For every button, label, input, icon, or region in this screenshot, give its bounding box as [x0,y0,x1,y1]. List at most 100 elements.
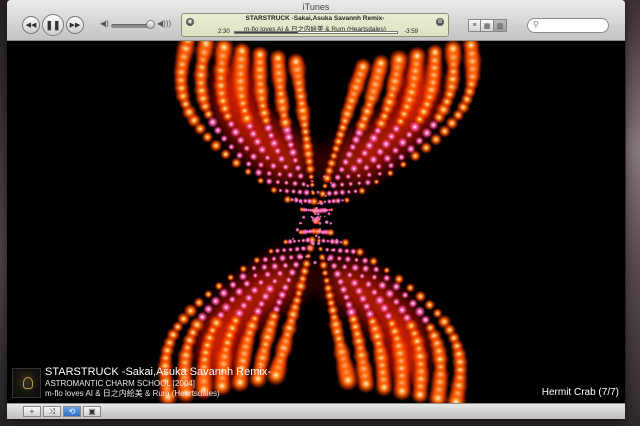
visualizer[interactable]: STARSTRUCK -Sakai,Asuka Savannh Remix- A… [7,41,625,403]
visualizer-particle [359,273,365,279]
visualizer-particle [302,198,308,204]
visualizer-particle [306,184,310,188]
visualizer-particle [257,161,265,169]
visualizer-particle [373,178,380,185]
visualizer-particle [315,206,318,210]
itunes-window: iTunes ◀◀ ❚❚ ▶▶ ◀) ◀))) ◉ STARSTRUCK -Sa… [7,0,625,419]
visualizer-particle [343,196,351,204]
grid-view-button[interactable]: ▦ [481,19,494,32]
show-artwork-button[interactable]: ▣ [83,406,101,417]
visualizer-particle [355,247,365,257]
visualizer-particle [370,288,379,297]
visualizer-particle [420,141,433,154]
play-pause-button[interactable]: ❚❚ [42,14,64,36]
visualizer-particle [276,269,284,277]
visualizer-particle [350,278,359,288]
visualizer-particle [307,237,310,240]
visualizer-particle [203,304,214,314]
next-button[interactable]: ▶▶ [66,16,84,34]
visualizer-particle [339,189,346,196]
visualizer-particle [361,264,370,273]
visualizer-particle [264,154,271,161]
search-input[interactable]: ⚲ [527,18,609,33]
visualizer-particle [381,139,392,149]
visualizer-particle [250,285,259,295]
visualizer-particle [301,202,304,205]
visualizer-name: Hermit Crab (7/7) [541,387,619,398]
visualizer-particle [278,188,283,193]
visualizer-particle [384,288,395,299]
visualizer-particle [252,272,259,279]
visualizer-particle [318,221,322,225]
visualizer-particle [339,181,345,188]
rewind-icon: ◀◀ [25,22,37,29]
visualizer-particle [414,306,426,318]
visualizer-particle [341,238,350,247]
visualizer-particle [364,179,372,186]
repeat-icon: ⟲ [68,407,76,416]
visualizer-particle [342,293,351,301]
visualizer-track-album: ASTROMANTIC CHARM SCHOOL [2004] [45,379,195,388]
visualizer-particle [323,215,326,218]
visualizer-particle [244,293,254,303]
visualizer-particle [228,280,238,289]
title-bar[interactable]: iTunes ◀◀ ❚❚ ▶▶ ◀) ◀))) ◉ STARSTRUCK -Sa… [7,0,625,41]
add-playlist-button[interactable]: + [23,406,41,417]
visualizer-particle [387,132,396,141]
visualizer-particle [221,302,232,313]
visualizer-particle [296,188,304,196]
visualizer-particle [321,231,325,235]
visualizer-particle [321,269,329,277]
visualizer-particle [356,180,362,186]
visualizer-particle [383,266,391,274]
visualizer-particle [310,180,313,183]
visualizer-particle [382,153,392,163]
visualizer-particle [318,253,326,262]
visualizer-particle [301,238,306,243]
visualizer-particle [264,270,272,278]
visualizer-particle [244,167,253,176]
remaining-time[interactable]: -3:59 [404,29,418,35]
lcd-track-title: STARSTRUCK -Sakai,Asuka Savannh Remix- [245,15,385,22]
volume-slider-knob[interactable] [146,20,155,29]
repeat-button[interactable]: ⟲ [63,406,81,417]
visualizer-particle [324,194,327,197]
visualizer-particle [375,163,383,170]
search-icon: ⚲ [533,20,539,29]
visualizer-particle [405,130,414,139]
visualizer-particle [305,255,308,258]
progress-scrubber[interactable] [234,31,398,34]
shuffle-button[interactable]: ⤨ [43,406,61,417]
visualizer-particle [261,291,271,301]
visualizer-particle [336,255,343,262]
visualizer-particle [254,168,263,177]
visualizer-particle [317,202,319,205]
visualizer-particle [329,207,334,212]
visualizer-particle [358,294,368,304]
visualizer-particle [358,186,366,195]
visualizer-particle [248,129,258,139]
previous-button[interactable]: ◀◀ [22,16,40,34]
genius-icon[interactable]: ⊛ [436,18,444,26]
visualizer-particle [345,150,354,159]
coverflow-view-button[interactable]: ▥ [494,19,507,32]
visualizer-particle [232,41,252,61]
visualizer-particle [346,271,353,279]
visualizer-track-title: STARSTRUCK -Sakai,Asuka Savannh Remix- [45,366,271,378]
visualizer-particle [302,188,311,197]
visualizer-particle [336,277,345,286]
list-view-button[interactable]: ≡ [468,19,481,32]
visualizer-particle [325,190,333,197]
visualizer-particle [325,220,329,224]
visualizer-particle [226,273,235,282]
visualizer-particle [291,180,299,187]
pause-icon: ❚❚ [45,19,61,30]
visualizer-particle [332,189,340,197]
visualizer-particle [278,254,287,263]
visualizer-particle [214,281,224,291]
visualizer-particle [228,143,235,151]
visualizer-particle [414,290,427,303]
visualizer-particle [250,45,270,64]
now-playing-display[interactable]: ◉ STARSTRUCK -Sakai,Asuka Savannh Remix-… [181,13,449,37]
visualizer-particle [274,247,281,254]
